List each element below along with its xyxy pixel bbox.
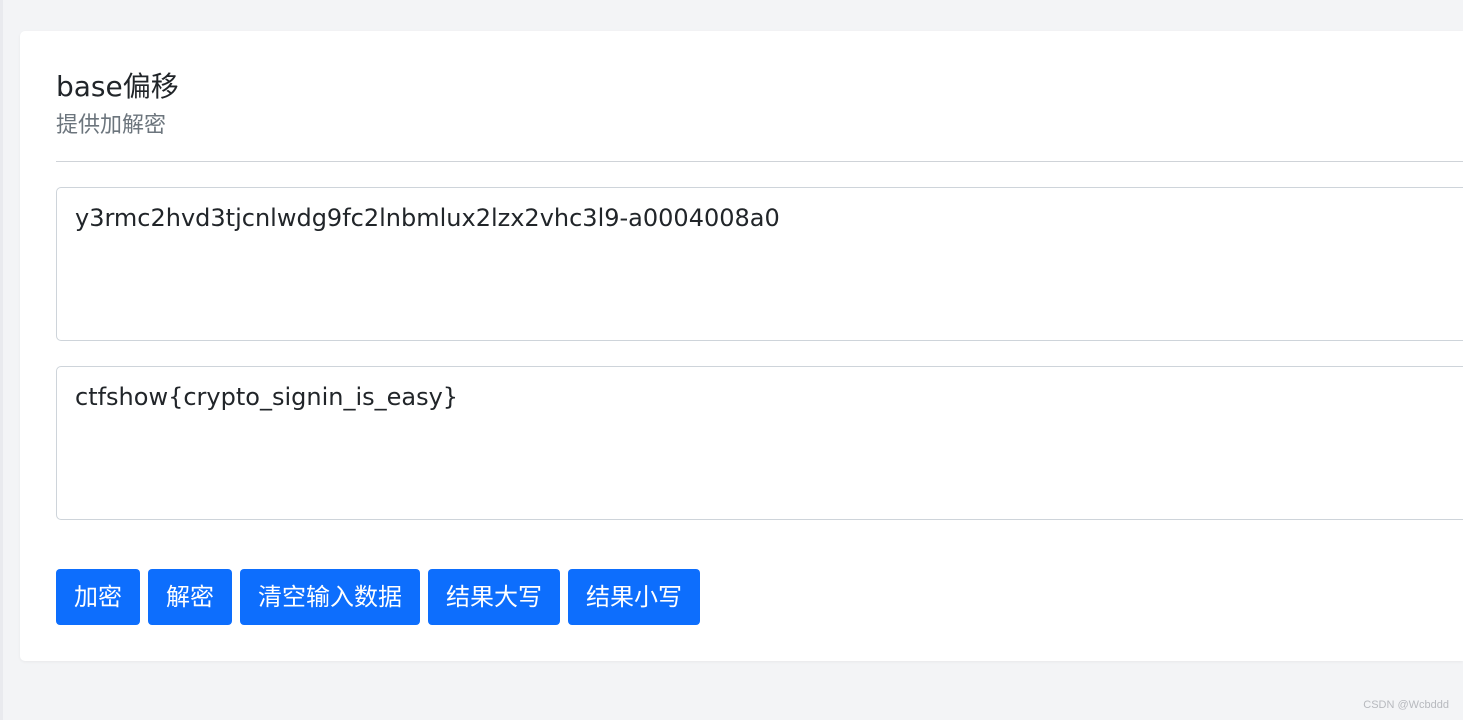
page-title: base偏移 [56,70,179,103]
left-edge [0,0,3,720]
uppercase-result-button[interactable]: 结果大写 [428,569,560,625]
lowercase-result-button[interactable]: 结果小写 [568,569,700,625]
input-textarea[interactable]: y3rmc2hvd3tjcnlwdg9fc2lnbmlux2lzx2vhc3l9… [56,187,1463,341]
page: base偏移 提供加解密 y3rmc2hvd3tjcnlwdg9fc2lnbml… [0,0,1463,720]
button-row: 加密 解密 清空输入数据 结果大写 结果小写 [56,569,700,625]
encrypt-button[interactable]: 加密 [56,569,140,625]
divider [56,161,1463,162]
tool-card: base偏移 提供加解密 y3rmc2hvd3tjcnlwdg9fc2lnbml… [20,31,1463,661]
decrypt-button[interactable]: 解密 [148,569,232,625]
output-textarea[interactable]: ctfshow{crypto_signin_is_easy} [56,366,1463,520]
watermark: CSDN @Wcbddd [1363,699,1449,711]
page-subtitle: 提供加解密 [56,113,167,138]
clear-input-button[interactable]: 清空输入数据 [240,569,420,625]
